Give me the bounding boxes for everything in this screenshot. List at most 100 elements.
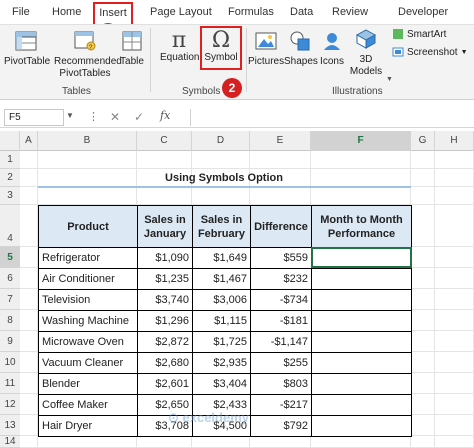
row-header[interactable]: 6 (0, 268, 20, 289)
table-cell[interactable] (311, 415, 412, 437)
tab-insert[interactable]: Insert (93, 2, 133, 24)
row-header[interactable]: 5 (0, 247, 20, 268)
table-cell[interactable] (311, 331, 412, 353)
table-cell[interactable]: $2,872 (137, 331, 193, 353)
enter-check-icon[interactable]: ✓ (134, 110, 144, 124)
recommended-pivottables-button[interactable]: ? Recommended PivotTables (54, 30, 122, 80)
row-header[interactable]: 1 (0, 151, 20, 169)
table-cell[interactable]: $1,235 (137, 268, 193, 290)
product-cell[interactable]: Refrigerator (38, 247, 138, 269)
select-all-corner[interactable] (0, 131, 20, 151)
smartart-button[interactable]: SmartArt (392, 28, 446, 40)
product-cell[interactable]: Coffee Maker (38, 394, 138, 416)
table-cell[interactable]: $1,090 (137, 247, 193, 269)
table-cell[interactable] (311, 289, 412, 311)
pivottable-button[interactable]: PivotTable (4, 30, 50, 68)
smartart-label: SmartArt (407, 28, 447, 40)
column-header[interactable]: H (435, 131, 474, 151)
column-header[interactable]: C (137, 131, 192, 151)
product-cell[interactable]: Microwave Oven (38, 331, 138, 353)
symbol-button[interactable]: Ω Symbol (202, 30, 240, 64)
product-cell[interactable]: Washing Machine (38, 310, 138, 332)
row-header[interactable]: 7 (0, 289, 20, 310)
row-header[interactable]: 14 (0, 436, 20, 448)
selected-cell-f5[interactable] (311, 247, 412, 268)
equation-button[interactable]: π Equation (160, 28, 199, 64)
row-header[interactable]: 8 (0, 310, 20, 331)
table-cell[interactable]: -$217 (250, 394, 312, 416)
row-header[interactable]: 10 (0, 352, 20, 373)
tab-page-layout[interactable]: Page Layout (150, 6, 212, 18)
row-header[interactable]: 12 (0, 394, 20, 415)
table-cell[interactable]: -$181 (250, 310, 312, 332)
pictures-button[interactable]: Pictures (248, 30, 284, 68)
table-cell[interactable]: $1,296 (137, 310, 193, 332)
pictures-label: Pictures (248, 56, 285, 67)
screenshot-button[interactable]: Screenshot ▼ (392, 46, 468, 58)
table-cell[interactable]: $1,467 (192, 268, 251, 290)
table-cell[interactable]: $1,649 (192, 247, 251, 269)
tab-formulas[interactable]: Formulas (228, 6, 274, 18)
name-box[interactable]: F5 (4, 109, 64, 126)
tab-developer[interactable]: Developer (398, 6, 448, 18)
column-header[interactable]: E (250, 131, 311, 151)
table-header-cell[interactable]: Sales in January (137, 205, 193, 248)
tab-home[interactable]: Home (52, 6, 81, 18)
tab-file[interactable]: File (12, 6, 30, 18)
table-cell[interactable] (311, 394, 412, 416)
column-header[interactable]: F (311, 131, 411, 151)
fx-icon[interactable]: fx (160, 109, 170, 122)
chevron-down-icon[interactable]: ▼ (386, 76, 393, 83)
table-header-cell[interactable]: Product (38, 205, 138, 248)
chevron-down-icon: ▼ (460, 48, 468, 56)
column-header[interactable]: D (192, 131, 250, 151)
table-button[interactable]: Table (118, 30, 146, 68)
table-cell[interactable]: $3,740 (137, 289, 193, 311)
product-cell[interactable]: Television (38, 289, 138, 311)
tab-review[interactable]: Review (332, 6, 368, 18)
product-cell[interactable]: Air Conditioner (38, 268, 138, 290)
table-cell[interactable]: $792 (250, 415, 312, 437)
product-cell[interactable]: Blender (38, 373, 138, 395)
table-cell[interactable] (311, 373, 412, 395)
column-header[interactable]: A (20, 131, 38, 151)
tab-data[interactable]: Data (290, 6, 313, 18)
table-cell[interactable]: $1,725 (192, 331, 251, 353)
product-cell[interactable]: Hair Dryer (38, 415, 138, 437)
row-header[interactable]: 13 (0, 415, 20, 436)
table-cell[interactable]: $2,935 (192, 352, 251, 374)
icons-button[interactable]: Icons (318, 30, 346, 68)
row-header[interactable]: 3 (0, 187, 20, 205)
pi-icon: π (171, 28, 187, 53)
table-cell[interactable]: $3,006 (192, 289, 251, 311)
table-cell[interactable]: $559 (250, 247, 312, 269)
cancel-icon[interactable]: ✕ (110, 110, 120, 124)
table-cell[interactable]: $2,680 (137, 352, 193, 374)
table-cell[interactable]: $1,115 (192, 310, 251, 332)
table-cell[interactable]: -$734 (250, 289, 312, 311)
table-cell[interactable]: -$1,147 (250, 331, 312, 353)
formula-input[interactable] (190, 109, 472, 126)
table-cell[interactable] (311, 352, 412, 374)
shapes-button[interactable]: Shapes (284, 30, 318, 68)
row-header[interactable]: 11 (0, 373, 20, 394)
3d-models-button[interactable]: 3D Models (348, 28, 384, 78)
table-cell[interactable]: $232 (250, 268, 312, 290)
table-cell[interactable]: $2,601 (137, 373, 193, 395)
column-header[interactable]: B (38, 131, 137, 151)
column-header[interactable]: G (411, 131, 435, 151)
table-header-cell[interactable]: Sales in February (192, 205, 251, 248)
table-header-cell[interactable]: Difference (250, 205, 312, 248)
sheet-title[interactable]: Using Symbols Option (137, 169, 311, 187)
table-cell[interactable] (311, 268, 412, 290)
row-header[interactable]: 4 (0, 205, 20, 247)
row-header[interactable]: 2 (0, 169, 20, 187)
table-cell[interactable]: $3,404 (192, 373, 251, 395)
product-cell[interactable]: Vacuum Cleaner (38, 352, 138, 374)
row-header[interactable]: 9 (0, 331, 20, 352)
table-cell[interactable]: $255 (250, 352, 312, 374)
table-cell[interactable]: $803 (250, 373, 312, 395)
chevron-down-icon[interactable]: ▼ (66, 111, 74, 120)
table-cell[interactable] (311, 310, 412, 332)
table-header-cell[interactable]: Month to Month Performance (311, 205, 412, 248)
